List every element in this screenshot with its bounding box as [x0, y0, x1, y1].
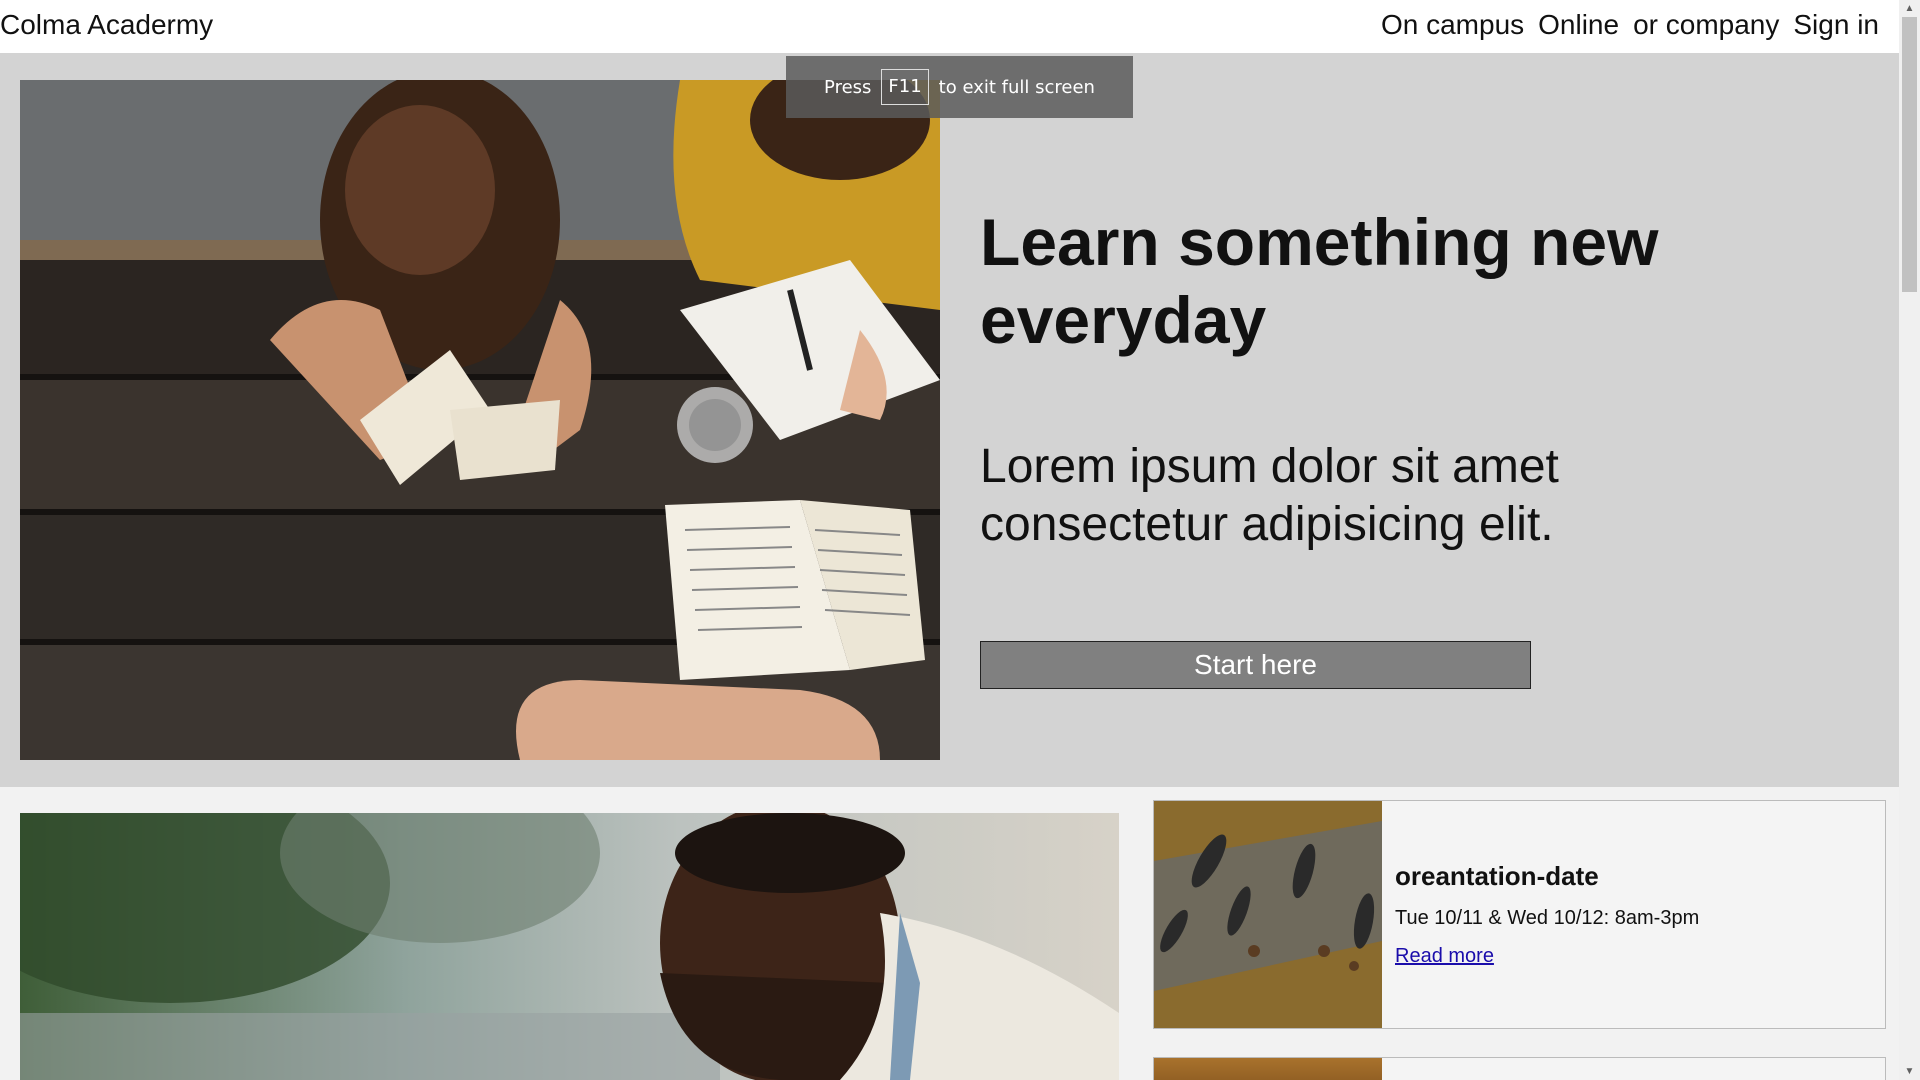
feature-image-smiling-man: [20, 813, 1119, 1080]
f11-key-badge: F11: [881, 69, 929, 105]
toast-message: to exit full screen: [938, 76, 1095, 98]
scrollbar-thumb[interactable]: [1902, 17, 1917, 292]
nav-sign-in[interactable]: Sign in: [1793, 9, 1879, 41]
event-thumbnail-image: [1154, 801, 1382, 1028]
scroll-down-arrow-icon[interactable]: ▼: [1899, 1063, 1920, 1080]
nav-for-company[interactable]: or company: [1633, 9, 1779, 41]
nav-on-campus[interactable]: On campus: [1381, 9, 1524, 41]
event-thumbnail-image: [1154, 1058, 1382, 1080]
start-here-button[interactable]: Start here: [980, 641, 1531, 689]
hero-title: Learn something new everyday: [980, 205, 1659, 357]
page: Colma Acadermy On campus Online or compa…: [0, 0, 1920, 1080]
site-brand[interactable]: Colma Acadermy: [0, 9, 213, 41]
event-card: oreantation-date Tue 10/11 & Wed 10/12: …: [1153, 800, 1886, 1029]
hero-description: Lorem ipsum dolor sit amet consectetur a…: [980, 440, 1559, 551]
toast-press-text: Press: [824, 76, 872, 98]
nav-links: On campus Online or company Sign in: [1381, 9, 1879, 41]
event-card: [1153, 1057, 1886, 1080]
fullscreen-exit-toast: Press F11 to exit full screen: [786, 56, 1133, 118]
nav-online[interactable]: Online: [1538, 9, 1619, 41]
hero-section: Learn something new everyday Lorem ipsum…: [0, 53, 1899, 787]
event-title: oreantation-date: [1395, 861, 1599, 891]
hero-image-students-studying: [20, 80, 940, 760]
page-scrollbar[interactable]: ▲ ▼: [1899, 0, 1920, 1080]
scroll-up-arrow-icon[interactable]: ▲: [1899, 0, 1920, 17]
event-read-more-link[interactable]: Read more: [1395, 945, 1494, 968]
event-date: Tue 10/11 & Wed 10/12: 8am-3pm: [1395, 907, 1700, 929]
top-navigation: Colma Acadermy On campus Online or compa…: [0, 0, 1899, 53]
